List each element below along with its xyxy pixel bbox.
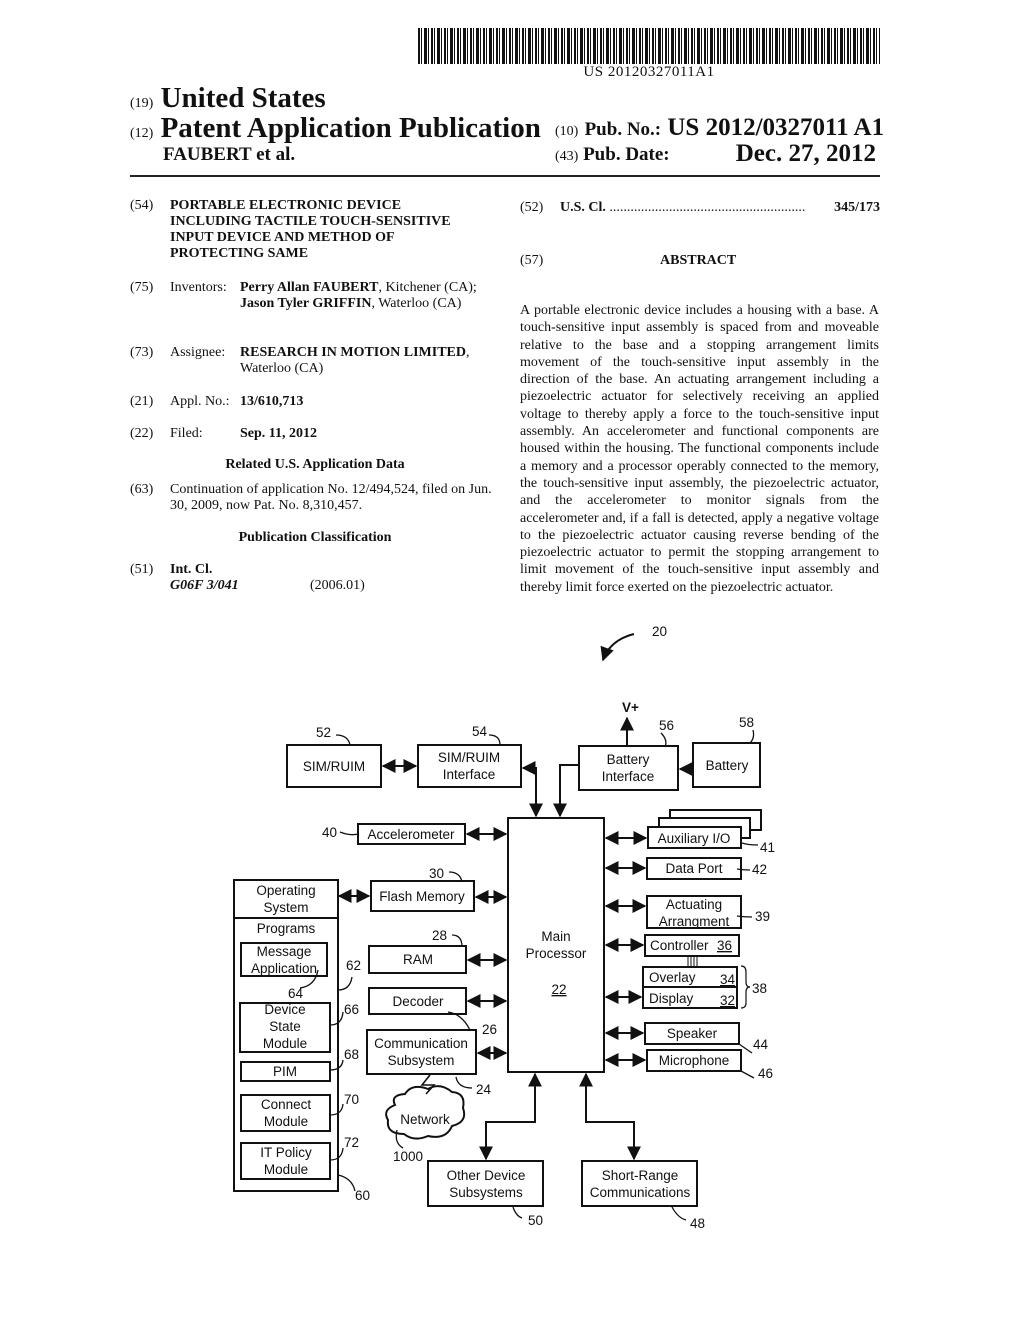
ref-52: 52 (316, 725, 331, 740)
main-processor-label: Main (541, 929, 570, 944)
device-state-label: Device (264, 1002, 305, 1017)
ref-44: 44 (753, 1037, 769, 1052)
data-port-label: Data Port (665, 861, 722, 876)
short-range-arrow (579, 1072, 641, 1161)
figure-ref: 20 (652, 624, 667, 639)
overlay-label: Overlay (649, 970, 696, 985)
touchscreen-brace (740, 965, 751, 1009)
ref-38: 38 (752, 981, 767, 996)
ref-60: 60 (355, 1188, 370, 1203)
controller-bus (687, 956, 698, 967)
other-subsystems-arrow (479, 1072, 542, 1161)
flash-memory-label: Flash Memory (379, 889, 465, 904)
main-processor-label: Processor (526, 946, 587, 961)
ref-28: 28 (432, 928, 447, 943)
ref-62: 62 (346, 958, 361, 973)
comm-subsystem-label: Communication (374, 1036, 468, 1051)
sim-ruim-interface-label: Interface (443, 767, 496, 782)
figure-ref-arrow (600, 633, 635, 662)
actuating-label: Actuating (666, 897, 722, 912)
ref-30: 30 (429, 866, 444, 881)
ref-56: 56 (659, 718, 674, 733)
sim-ruim-label: SIM/RUIM (303, 759, 365, 774)
network-label: Network (400, 1112, 450, 1127)
other-subsystems-label: Subsystems (449, 1185, 523, 1200)
ref-26: 26 (482, 1022, 497, 1037)
ref-66: 66 (344, 1002, 359, 1017)
ref-1000: 1000 (393, 1149, 423, 1164)
display-label: Display (649, 991, 694, 1006)
ref-39: 39 (755, 909, 770, 924)
ref-54: 54 (472, 724, 488, 739)
message-app-label: Message (257, 944, 312, 959)
battery-processor-arrow (553, 764, 579, 818)
block-diagram: 20 V+ SIM/RUIM 52 SIM/RUIM Interface 54 … (233, 624, 775, 1231)
connect-label: Connect (261, 1097, 312, 1112)
ref-32: 32 (720, 993, 735, 1008)
short-range-label: Communications (590, 1185, 691, 1200)
ref-24: 24 (476, 1082, 492, 1097)
ref-36: 36 (717, 938, 732, 953)
ref-50: 50 (528, 1213, 543, 1228)
ref-42: 42 (752, 862, 767, 877)
it-policy-label: Module (264, 1162, 308, 1177)
main-processor-box (507, 817, 605, 1073)
battery-label: Battery (706, 758, 749, 773)
aux-io-label: Auxiliary I/O (658, 831, 731, 846)
microphone-label: Microphone (659, 1053, 730, 1068)
sim-processor-arrow (521, 761, 543, 818)
speaker-label: Speaker (667, 1026, 718, 1041)
comm-subsystem-label: Subsystem (388, 1053, 455, 1068)
os-label: System (263, 900, 308, 915)
ram-label: RAM (403, 952, 433, 967)
pim-label: PIM (273, 1064, 297, 1079)
ref-68: 68 (344, 1047, 359, 1062)
ref-46: 46 (758, 1066, 773, 1081)
device-state-label: Module (263, 1036, 307, 1051)
ref-58: 58 (739, 715, 754, 730)
short-range-label: Short-Range (602, 1168, 679, 1183)
ref-34: 34 (720, 972, 736, 987)
os-label: Operating (256, 883, 315, 898)
accelerometer-label: Accelerometer (367, 827, 455, 842)
device-state-label: State (269, 1019, 301, 1034)
message-app-label: Application (251, 961, 317, 976)
leader-52 (335, 734, 351, 746)
it-policy-label: IT Policy (260, 1145, 312, 1160)
ref-70: 70 (344, 1092, 359, 1107)
ref-22: 22 (551, 982, 566, 997)
battery-interface-label: Interface (602, 769, 655, 784)
ref-48: 48 (690, 1216, 705, 1231)
ref-40: 40 (322, 825, 337, 840)
programs-label: Programs (257, 921, 316, 936)
ref-64: 64 (288, 986, 304, 1001)
battery-interface-label: Battery (607, 752, 650, 767)
vplus-label: V+ (622, 700, 639, 715)
other-subsystems-label: Other Device (447, 1168, 526, 1183)
connect-label: Module (264, 1114, 308, 1129)
sim-ruim-interface-label: SIM/RUIM (438, 750, 500, 765)
controller-label: Controller (650, 938, 709, 953)
actuating-label: Arrangment (659, 914, 730, 929)
ref-41: 41 (760, 840, 775, 855)
ref-72: 72 (344, 1135, 359, 1150)
decoder-label: Decoder (392, 994, 444, 1009)
